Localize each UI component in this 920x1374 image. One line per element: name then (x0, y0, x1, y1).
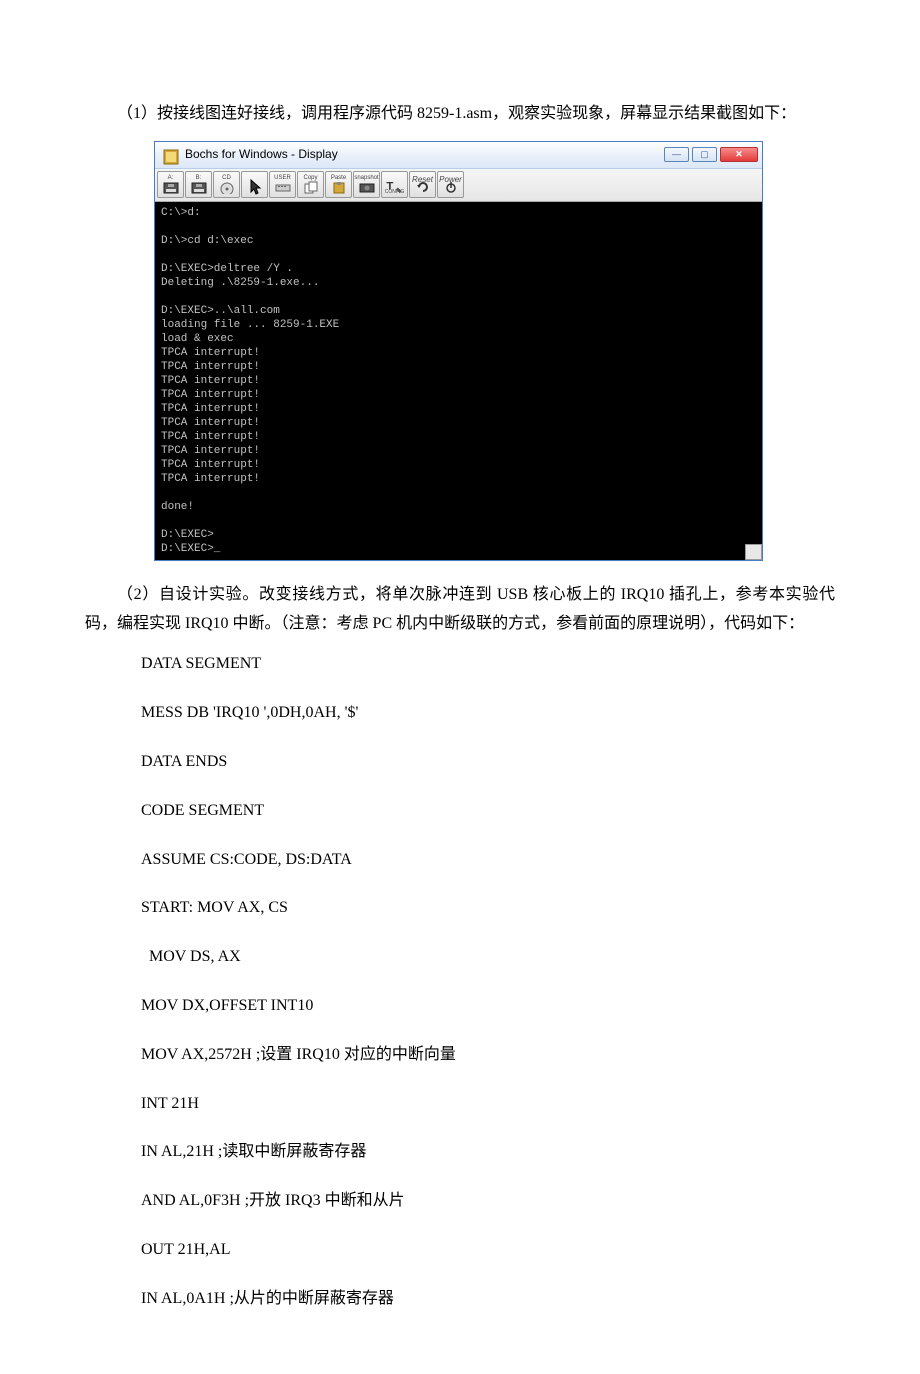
terminal-line: TPCA interrupt! (161, 445, 260, 457)
paste-button[interactable]: Paste (325, 171, 352, 198)
close-button[interactable]: ✕ (720, 147, 758, 162)
terminal-line: TPCA interrupt! (161, 403, 260, 415)
copy-label: Copy (303, 173, 317, 184)
code-line: MOV DX,OFFSET INT10 (85, 992, 835, 1021)
paragraph-1: （1）按接线图连好接线，调用程序源代码 8259-1.asm，观察实验现象，屏幕… (85, 100, 835, 129)
code-line: CODE SEGMENT (85, 797, 835, 826)
terminal-line: TPCA interrupt! (161, 431, 260, 443)
user-button[interactable]: USER (269, 171, 296, 198)
code-line: INT 21H (85, 1090, 835, 1119)
terminal-line: TPCA interrupt! (161, 389, 260, 401)
code-line: ASSUME CS:CODE, DS:DATA (85, 846, 835, 875)
power-label: Power (439, 173, 462, 187)
titlebar-left: Bochs for Windows - Display (163, 144, 338, 166)
terminal-line: D:\EXEC> (161, 529, 214, 541)
terminal-wrap: C:\>d: D:\>cd d:\exec D:\EXEC>deltree /Y… (155, 202, 762, 560)
terminal-line: D:\EXEC>_ (161, 543, 220, 555)
mouse-button[interactable] (241, 171, 268, 198)
code-line: DATA ENDS (85, 748, 835, 777)
titlebar: Bochs for Windows - Display — ▢ ✕ (155, 142, 762, 169)
terminal-line: TPCA interrupt! (161, 347, 260, 359)
cdrom-button[interactable]: CD (213, 171, 240, 198)
paragraph-2: （2）自设计实验。改变接线方式，将单次脉冲连到 USB 核心板上的 IRQ10 … (85, 581, 835, 639)
paste-label: Paste (331, 173, 346, 184)
cd-label: CD (222, 173, 231, 184)
power-button[interactable]: Power (437, 171, 464, 198)
code-line: DATA SEGMENT (85, 650, 835, 679)
floppy-b-button[interactable]: B: (185, 171, 212, 198)
terminal-line: D:\>cd d:\exec (161, 235, 253, 247)
code-section: DATA SEGMENT MESS DB 'IRQ10 ',0DH,0AH, '… (85, 650, 835, 1313)
terminal-line: done! (161, 501, 194, 513)
terminal-line: loading file ... 8259-1.EXE (161, 319, 339, 331)
toolbar: A: B: CD USER Copy Paste snapshot (155, 169, 762, 202)
user-label: USER (274, 173, 291, 184)
terminal-line: TPCA interrupt! (161, 375, 260, 387)
code-line: MESS DB 'IRQ10 ',0DH,0AH, '$' (85, 699, 835, 728)
reset-button[interactable]: Reset (409, 171, 436, 198)
snapshot-label: snapshot (354, 173, 378, 184)
app-icon (163, 147, 179, 163)
floppy-b-label: B: (196, 173, 202, 184)
code-line: IN AL,0A1H ;从片的中断屏蔽寄存器 (85, 1285, 835, 1314)
window-title: Bochs for Windows - Display (185, 144, 338, 166)
config-label: CONFIG (385, 188, 404, 197)
reset-label: Reset (412, 173, 433, 187)
code-line: MOV AX,2572H ;设置 IRQ10 对应的中断向量 (85, 1041, 835, 1070)
snapshot-button[interactable]: snapshot (353, 171, 380, 198)
code-line: OUT 21H,AL (85, 1236, 835, 1265)
floppy-a-label: A: (168, 173, 174, 184)
code-line: IN AL,21H ;读取中断屏蔽寄存器 (85, 1138, 835, 1167)
maximize-button[interactable]: ▢ (692, 147, 717, 162)
code-line: MOV DS, AX (85, 943, 835, 972)
terminal-line: TPCA interrupt! (161, 361, 260, 373)
terminal-line: TPCA interrupt! (161, 417, 260, 429)
terminal-line: C:\>d: (161, 207, 201, 219)
terminal-line: D:\EXEC>..\all.com (161, 305, 280, 317)
window-controls: — ▢ ✕ (664, 147, 758, 162)
minimize-button[interactable]: — (664, 147, 689, 162)
bochs-window: Bochs for Windows - Display — ▢ ✕ A: B: … (154, 141, 763, 561)
code-line: AND AL,0F3H ;开放 IRQ3 中断和从片 (85, 1187, 835, 1216)
copy-button[interactable]: Copy (297, 171, 324, 198)
terminal-line: D:\EXEC>deltree /Y . (161, 263, 293, 275)
code-line: START: MOV AX, CS (85, 894, 835, 923)
floppy-a-button[interactable]: A: (157, 171, 184, 198)
scrollbar-thumb[interactable] (745, 544, 762, 560)
terminal-line: Deleting .\8259-1.exe... (161, 277, 319, 289)
terminal-line: load & exec (161, 333, 234, 345)
config-button[interactable]: T CONFIG (381, 171, 408, 198)
terminal-output[interactable]: C:\>d: D:\>cd d:\exec D:\EXEC>deltree /Y… (155, 202, 762, 560)
terminal-line: TPCA interrupt! (161, 473, 260, 485)
terminal-line: TPCA interrupt! (161, 459, 260, 471)
